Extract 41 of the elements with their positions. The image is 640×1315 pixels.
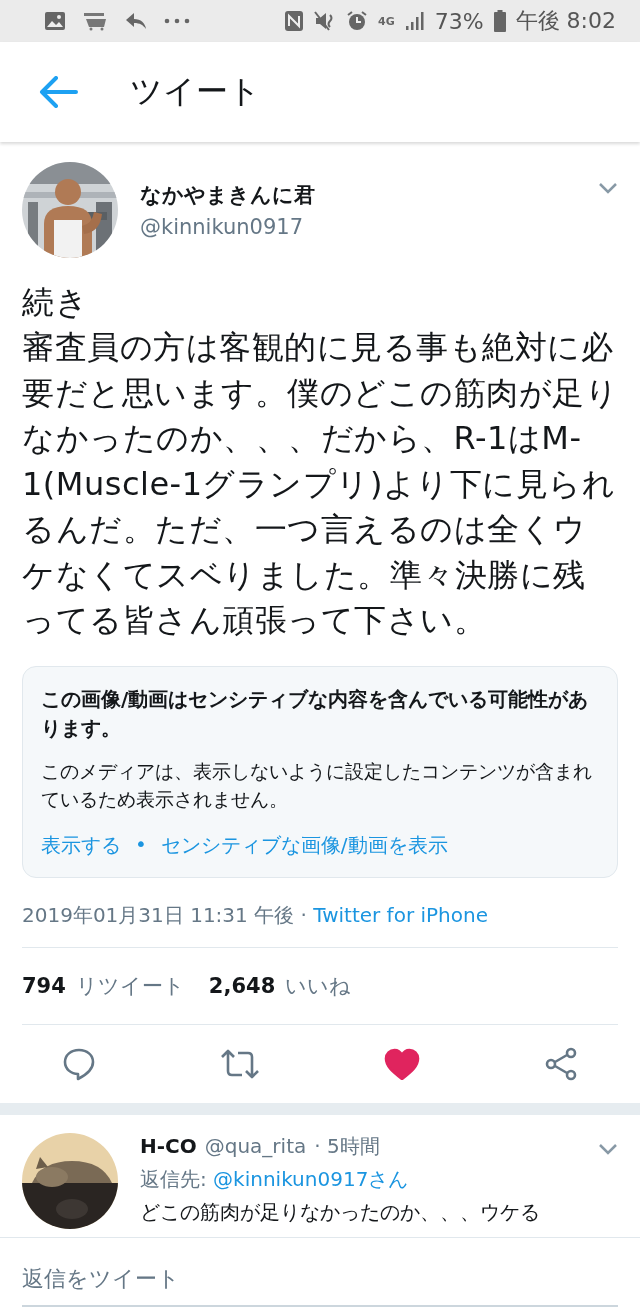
like-count[interactable]: 2,648: [208, 973, 276, 998]
screen-title: ツイート: [130, 71, 261, 112]
nfc-icon: [284, 10, 304, 32]
share-icon[interactable]: [544, 1046, 578, 1081]
notice-link[interactable]: センシティブな画像/動画を表示: [160, 831, 448, 859]
retweet-icon[interactable]: [220, 1047, 260, 1080]
like-label[interactable]: いいね: [285, 971, 352, 1000]
reply-author-name[interactable]: H-CO: [140, 1133, 197, 1158]
cart-icon: [82, 11, 108, 31]
author-name[interactable]: なかやまきんに君: [140, 181, 576, 209]
chevron-down-icon[interactable]: [598, 182, 618, 194]
clock: 午後 8:02: [515, 7, 616, 35]
mention-link[interactable]: @kinnikun0917さん: [213, 1166, 409, 1191]
signal-icon: [404, 11, 425, 31]
reply-handle[interactable]: @qua_rita: [204, 1133, 307, 1158]
reply-arrow-icon: [124, 11, 148, 31]
timestamp: 2019年01月31日 11:31 午後 ·: [22, 902, 308, 927]
notice-text: このメディアは、表示しないように設定したコンテンツが含まれているため表示されません。: [41, 758, 593, 812]
reply-to-label: 返信先:: [140, 1166, 208, 1191]
reply-text: どこの筋肉が足りなかったのか、、、ウケる: [140, 1198, 541, 1226]
notice-title: この画像/動画はセンシティブな内容を含んでいる可能性があります。: [41, 685, 590, 742]
tweet-text: 続き: [22, 282, 89, 323]
image-icon: [44, 11, 66, 31]
alarm-icon: [346, 10, 368, 32]
separator-dot: •: [135, 831, 147, 858]
battery-icon: [493, 10, 506, 32]
reply-icon[interactable]: [62, 1046, 96, 1081]
network-label: 4G: [378, 14, 395, 28]
like-heart-icon[interactable]: [384, 1047, 420, 1080]
chevron-down-icon[interactable]: [598, 1142, 618, 1155]
author-handle[interactable]: @kinnikun0917: [140, 215, 576, 239]
notice-link[interactable]: 表示する: [41, 831, 121, 859]
battery-percent: 73%: [434, 8, 484, 34]
reply-input-field[interactable]: 返信をツイート: [22, 1251, 618, 1307]
retweet-label[interactable]: リツイート: [75, 971, 185, 1000]
source-link[interactable]: Twitter for iPhone: [313, 902, 488, 927]
tweet-text: 審査員の方は客観的に見る事も絶対に必要だと思います。僕のどこの筋肉が足りなかったのか、、、だから、R-1はM-1(Muscle-1グランプリ)より下に見られるんだ。ただ、一つ言えるのは全くウケなくてスベりました。準々決勝に残ってる皆さん頑張って下さい。: [22, 327, 618, 642]
retweet-count[interactable]: 794: [22, 973, 66, 998]
back-arrow-icon[interactable]: [38, 76, 78, 108]
more-icon: [164, 18, 190, 24]
reply-time: · 5時間: [314, 1132, 380, 1160]
